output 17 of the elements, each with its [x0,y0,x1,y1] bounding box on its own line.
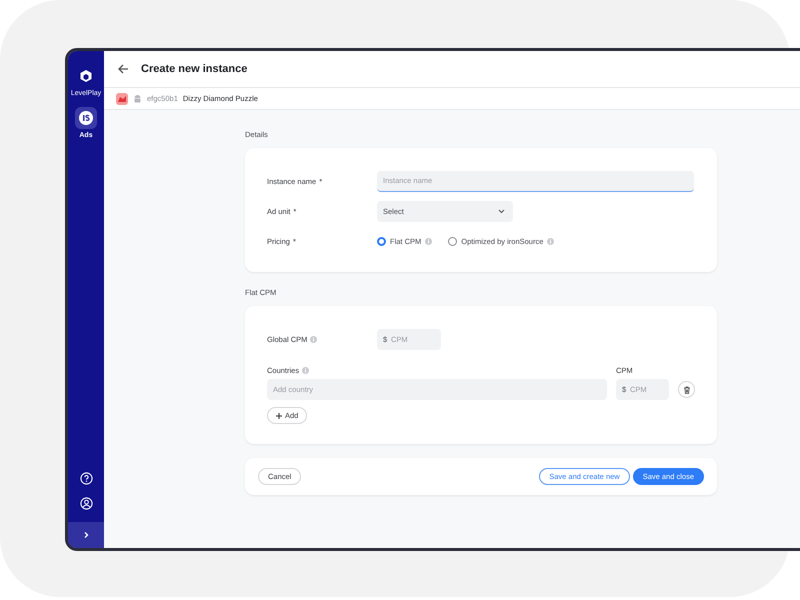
info-icon [547,238,554,244]
android-icon [133,94,142,104]
delete-button[interactable] [678,381,695,398]
profile-button[interactable] [80,497,92,510]
info-icon [310,336,318,342]
app-logo-icon [79,111,93,125]
back-arrow-icon[interactable] [118,64,129,74]
info-icon [302,367,310,374]
app-thumbnail-icon [116,92,128,104]
cube-logo-icon [78,69,93,83]
trash-icon [682,386,690,394]
chevron-right-icon [82,531,90,539]
info-icon [425,238,432,244]
help-button[interactable] [80,472,92,485]
chevron-icon [498,208,505,214]
page-title: Create new instance [141,63,248,75]
plus-icon [276,412,282,418]
